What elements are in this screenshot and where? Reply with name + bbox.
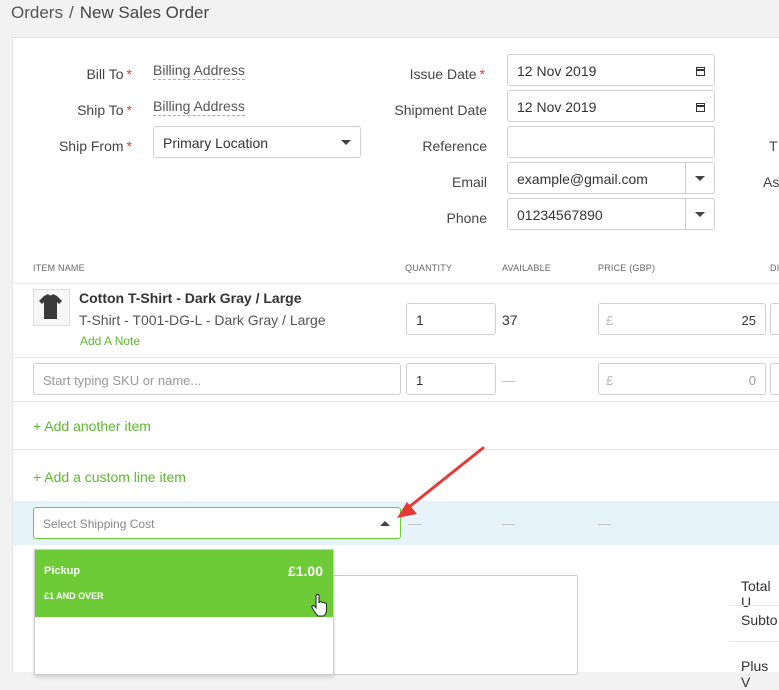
calendar-icon[interactable] (696, 103, 705, 112)
header-divider (13, 283, 779, 284)
add-note-link[interactable]: Add A Note (80, 334, 140, 348)
new-quantity-value: 1 (416, 373, 424, 388)
add-another-item-link[interactable]: + Add another item (33, 418, 151, 434)
ship-from-label: Ship From * (58, 138, 132, 154)
shipping-cost-select[interactable]: Select Shipping Cost (33, 507, 401, 539)
reference-input[interactable] (507, 126, 715, 158)
shipping-available-dash: — (502, 516, 515, 531)
sku-search-placeholder: Start typing SKU or name... (43, 373, 202, 388)
totals-divider (729, 641, 779, 642)
bill-to-address-link[interactable]: Billing Address (153, 62, 245, 80)
ship-from-select[interactable]: Primary Location (153, 126, 361, 158)
item-variant: T-Shirt - T001-DG-L - Dark Gray / Large (79, 312, 326, 328)
row-divider (13, 401, 779, 402)
shipment-date-input[interactable]: 12 Nov 2019 (507, 90, 715, 122)
price-input[interactable]: £ 25 (598, 303, 766, 335)
breadcrumb-separator: / (68, 3, 74, 22)
divider (685, 199, 686, 229)
quantity-value: 1 (416, 312, 424, 328)
quantity-input[interactable]: 1 (406, 303, 496, 335)
notes-textarea[interactable] (323, 575, 578, 675)
totals-divider (729, 605, 779, 606)
ship-to-label: Ship To * (77, 102, 132, 118)
hand-cursor-icon (311, 594, 327, 617)
discount-input[interactable] (770, 303, 779, 335)
tshirt-icon (39, 294, 62, 319)
product-thumbnail (33, 289, 70, 326)
issue-date-label: Issue Date * (409, 66, 485, 82)
column-header-quantity: QUANTITY (405, 263, 453, 273)
totals-subtotal-label: Subto (741, 612, 778, 628)
chevron-down-icon[interactable] (695, 176, 705, 181)
currency-symbol: £ (606, 313, 614, 328)
right-column-label-cut: As (763, 174, 779, 190)
email-value: example@gmail.com (517, 171, 648, 187)
shipping-price-dash: — (598, 516, 611, 531)
phone-value: 01234567890 (517, 207, 603, 223)
shipping-cost-dropdown: Pickup £1.00 £1 AND OVER (34, 549, 334, 675)
divider (685, 163, 686, 193)
column-header-price: PRICE (GBP) (598, 263, 656, 273)
chevron-down-icon (341, 140, 351, 145)
annotation-arrow-icon (397, 446, 485, 518)
sales-order-panel: Bill To * Ship To * Ship From * Billing Add… (12, 37, 779, 690)
breadcrumb-orders-link[interactable]: Orders (11, 3, 63, 22)
column-header-cut: DI (770, 263, 779, 273)
issue-date-value: 12 Nov 2019 (517, 63, 597, 79)
new-discount-input[interactable] (770, 363, 779, 395)
ship-from-value: Primary Location (163, 135, 269, 151)
ship-to-address-link[interactable]: Billing Address (153, 98, 245, 116)
column-header-item-name: ITEM NAME (33, 263, 85, 273)
shipping-option-condition: £1 AND OVER (44, 591, 104, 601)
sku-search-input[interactable]: Start typing SKU or name... (33, 363, 401, 395)
shipping-cost-placeholder: Select Shipping Cost (43, 517, 155, 531)
issue-date-input[interactable]: 12 Nov 2019 (507, 54, 715, 86)
shipment-date-label: Shipment Date (394, 102, 487, 118)
chevron-down-icon[interactable] (695, 212, 705, 217)
new-available-value: — (502, 373, 515, 388)
price-value: 25 (741, 313, 756, 328)
page-title: New Sales Order (79, 3, 210, 22)
totals-plus-label: Plus V (741, 658, 769, 690)
column-header-available: AVAILABLE (502, 263, 551, 273)
shipping-option-price: £1.00 (287, 563, 323, 579)
breadcrumb: Orders / New Sales Order (11, 3, 209, 23)
bill-to-label: Bill To * (86, 66, 132, 82)
calendar-icon[interactable] (696, 67, 705, 76)
shipping-option-name: Pickup (44, 565, 81, 577)
new-price-value: 0 (748, 373, 756, 388)
available-value: 37 (502, 312, 518, 328)
new-quantity-input[interactable]: 1 (406, 363, 496, 395)
currency-symbol: £ (606, 373, 614, 388)
phone-label: Phone (446, 210, 487, 226)
row-divider (13, 357, 779, 358)
phone-input[interactable]: 01234567890 (507, 198, 715, 230)
item-name: Cotton T-Shirt - Dark Gray / Large (79, 290, 302, 306)
shipment-date-value: 12 Nov 2019 (517, 99, 597, 115)
reference-label: Reference (422, 138, 487, 154)
email-input[interactable]: example@gmail.com (507, 162, 715, 194)
right-column-label-cut: T (769, 138, 778, 154)
shipping-option-pickup[interactable]: Pickup £1.00 £1 AND OVER (35, 550, 333, 617)
new-price-input[interactable]: £ 0 (598, 363, 766, 395)
email-label: Email (451, 174, 487, 190)
add-custom-line-item-link[interactable]: + Add a custom line item (33, 469, 186, 485)
